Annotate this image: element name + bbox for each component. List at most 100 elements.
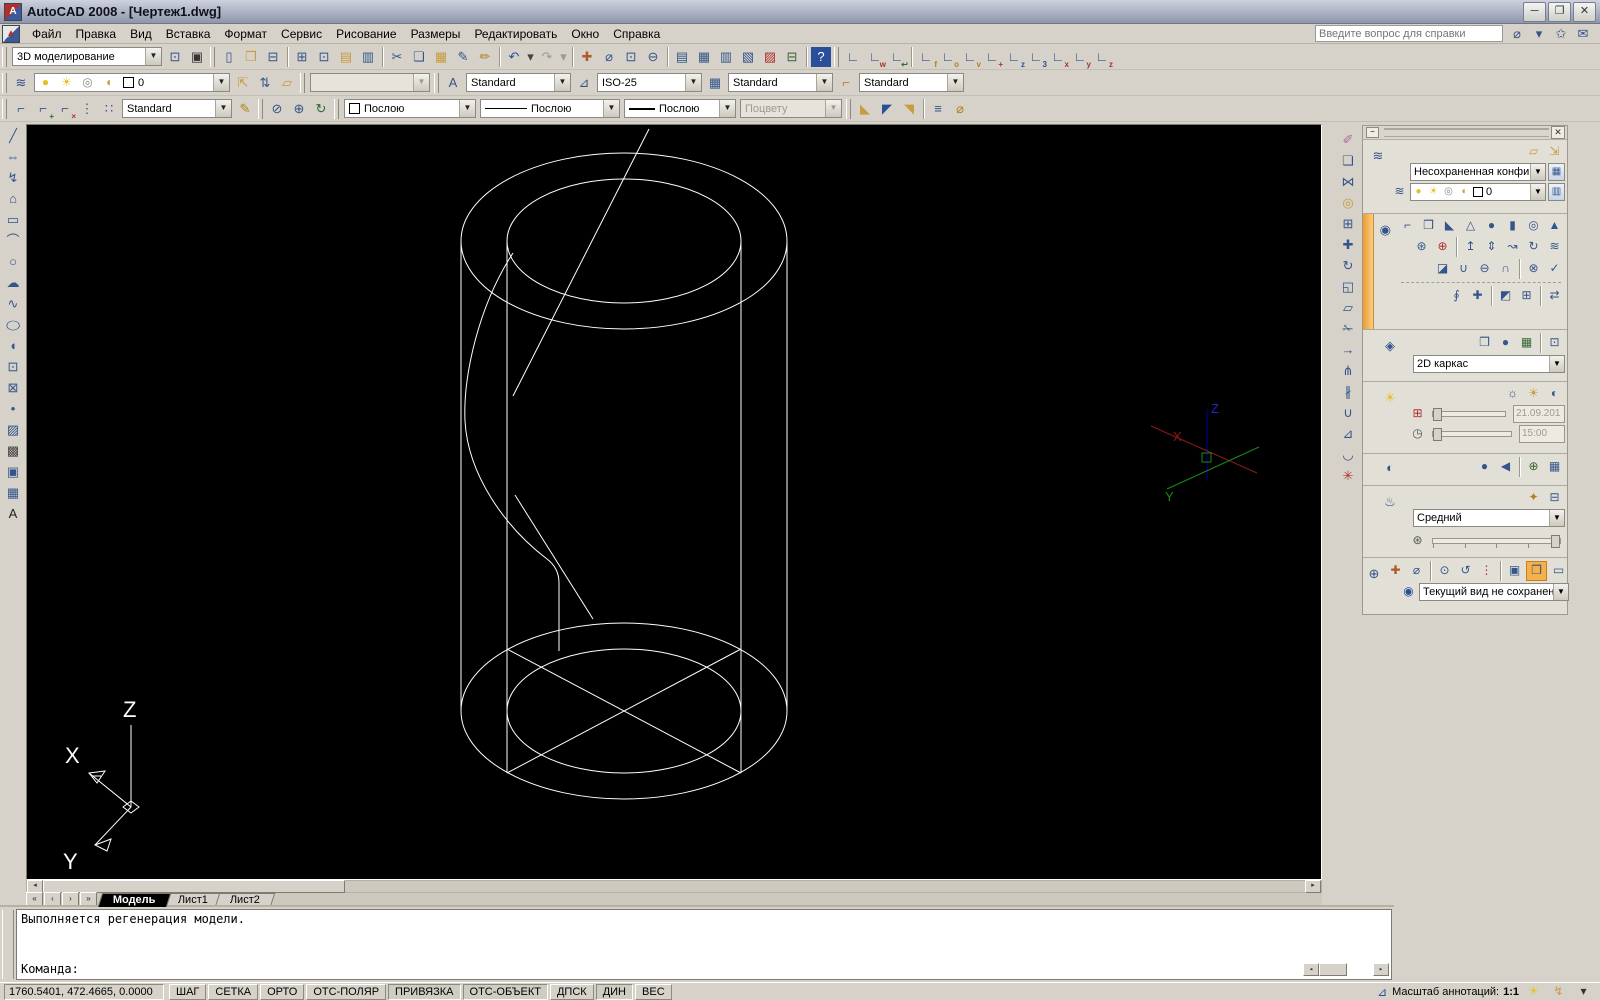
menu-правка[interactable]: Правка bbox=[69, 25, 124, 43]
constrained-orbit-icon[interactable]: ⊘ bbox=[267, 99, 287, 119]
restore-button[interactable]: ❐ bbox=[1548, 1, 1571, 22]
chevron-down-icon[interactable]: ▼ bbox=[719, 100, 735, 117]
communication-center-icon[interactable]: ✉ bbox=[1573, 24, 1593, 44]
workspace-settings-icon[interactable]: ⊡ bbox=[165, 47, 185, 67]
extrude-icon[interactable]: ↥ bbox=[1461, 238, 1480, 256]
annotation-scale-value[interactable]: 1:1 bbox=[1503, 986, 1519, 998]
continuous-orbit-icon[interactable]: ↻ bbox=[311, 99, 331, 119]
3d-navigate-panel-icon[interactable]: ⊕ bbox=[1364, 564, 1384, 584]
circle-icon[interactable]: ○ bbox=[3, 252, 23, 272]
chevron-down-icon[interactable]: ▼ bbox=[213, 74, 229, 91]
table-style-icon[interactable]: ▦ bbox=[705, 73, 725, 93]
markup-set-manager-icon[interactable]: ▨ bbox=[760, 47, 780, 67]
annotation-scale-list-icon[interactable]: ◥ bbox=[899, 99, 919, 119]
ucs-y-rotate-icon[interactable]: ∟ y bbox=[1070, 47, 1091, 69]
cone-icon[interactable]: △ bbox=[1461, 217, 1480, 235]
command-text-area[interactable]: Выполняется регенерация модели. Команда:… bbox=[16, 909, 1392, 980]
sun-status-icon[interactable]: ☀ bbox=[1524, 385, 1543, 403]
toggle-отс-поляр[interactable]: ОТС-ПОЛЯР bbox=[306, 984, 387, 1000]
quick-select-icon[interactable]: ⌀ bbox=[950, 99, 970, 119]
chevron-down-icon[interactable]: ▼ bbox=[1553, 584, 1568, 600]
my-workspace-icon[interactable]: ▣ bbox=[187, 47, 207, 67]
visual-style-panel-icon[interactable]: ◈ bbox=[1380, 336, 1400, 356]
dash-pan-icon[interactable]: ✚ bbox=[1386, 562, 1405, 580]
date-slider[interactable] bbox=[1432, 408, 1506, 421]
gradient-icon[interactable]: ▩ bbox=[3, 441, 23, 461]
slice-icon[interactable]: ◩ bbox=[1496, 287, 1515, 305]
array-icon[interactable]: ⊞ bbox=[1338, 214, 1358, 234]
thicken-icon[interactable]: ⊞ bbox=[1517, 287, 1536, 305]
parallel-projection-icon[interactable]: ▭ bbox=[1549, 562, 1568, 580]
toolbar-grip[interactable] bbox=[2, 46, 7, 67]
layers-panel-icon[interactable]: ≋ bbox=[1368, 146, 1388, 166]
sky-icon[interactable]: ◐ bbox=[1545, 385, 1564, 403]
command-prompt[interactable]: Команда: bbox=[21, 962, 79, 976]
toggle-отс-объект[interactable]: ОТС-ОБЪЕКТ bbox=[462, 984, 548, 1000]
visual-style-settings-icon[interactable]: ⊡ bbox=[1545, 334, 1564, 352]
toggle-сетка[interactable]: СЕТКА bbox=[208, 984, 259, 1000]
menu-вставка[interactable]: Вставка bbox=[159, 25, 218, 43]
box-icon[interactable]: ❒ bbox=[1419, 217, 1438, 235]
table-style-combo[interactable]: Standard ▼ bbox=[728, 73, 833, 92]
command-hscrollbar[interactable]: ◂ ▸ bbox=[1303, 963, 1389, 976]
arc-icon[interactable]: ⌒ bbox=[3, 231, 23, 251]
time-slider[interactable] bbox=[1432, 428, 1512, 441]
ucs-3-point-icon[interactable]: ∟ 3 bbox=[1026, 47, 1047, 69]
toolbar-grip[interactable] bbox=[334, 98, 339, 119]
convert-to-solid-icon[interactable]: ⇄ bbox=[1545, 287, 1564, 305]
text-style-combo[interactable]: Standard ▼ bbox=[466, 73, 571, 92]
layer-states-icon[interactable]: ▱ bbox=[1524, 143, 1543, 161]
block-editor-icon[interactable]: ✏ bbox=[475, 47, 495, 67]
undo-icon[interactable]: ↶ bbox=[504, 47, 524, 67]
text-window-icon[interactable]: ≡ bbox=[928, 99, 948, 119]
trim-icon[interactable]: ✁ bbox=[1338, 319, 1358, 339]
chamfer-icon[interactable]: ⊿ bbox=[1338, 424, 1358, 444]
menu-вид[interactable]: Вид bbox=[123, 25, 159, 43]
layer-manager-mini-icon[interactable]: ▦ bbox=[1548, 163, 1565, 181]
search-dropdown-arrow[interactable]: ▾ bbox=[1529, 24, 1549, 44]
dimension-style-icon[interactable]: ⊿ bbox=[574, 73, 594, 93]
scale-icon[interactable]: ◱ bbox=[1338, 277, 1358, 297]
add-leader-icon[interactable]: ⌐ + bbox=[33, 99, 54, 121]
properties-icon[interactable]: ▤ bbox=[672, 47, 692, 67]
annotation-autoscale-icon[interactable]: ↯ bbox=[1549, 983, 1568, 1000]
light-panel-icon[interactable]: ☀ bbox=[1380, 388, 1400, 408]
sheet-set-manager-icon[interactable]: ▧ bbox=[738, 47, 758, 67]
presspull-icon[interactable]: ⇕ bbox=[1482, 238, 1501, 256]
helix-icon[interactable]: ∮ bbox=[1447, 287, 1466, 305]
cmd-scroll-thumb[interactable] bbox=[1319, 963, 1347, 976]
offset-icon[interactable]: ◎ bbox=[1338, 193, 1358, 213]
text-style-icon[interactable]: A bbox=[443, 73, 463, 93]
create-light-icon[interactable]: ☼ bbox=[1503, 385, 1522, 403]
redo-dropdown-arrow[interactable]: ▾ bbox=[559, 47, 568, 67]
quickcalc-icon[interactable]: ⊟ bbox=[782, 47, 802, 67]
scroll-right-icon[interactable]: ▸ bbox=[1305, 880, 1321, 893]
chevron-down-icon[interactable]: ▼ bbox=[816, 74, 832, 91]
save-icon[interactable]: ⊟ bbox=[263, 47, 283, 67]
ucs-object-icon[interactable]: ∟ o bbox=[938, 47, 959, 69]
search-icon[interactable]: ⌀ bbox=[1507, 24, 1527, 44]
ellipse-arc-icon[interactable]: ◖ bbox=[3, 336, 23, 356]
remove-leader-icon[interactable]: ⌐ × bbox=[55, 99, 76, 121]
chevron-down-icon[interactable]: ▼ bbox=[554, 74, 570, 91]
toggle-вес[interactable]: ВЕС bbox=[635, 984, 672, 1000]
perspective-icon[interactable]: ❒ bbox=[1526, 561, 1547, 581]
hatch-icon[interactable]: ▨ bbox=[3, 420, 23, 440]
favorites-star-icon[interactable]: ✩ bbox=[1551, 24, 1571, 44]
chevron-down-icon[interactable]: ▼ bbox=[1549, 356, 1564, 372]
zoom-previous-icon[interactable]: ⊖ bbox=[643, 47, 663, 67]
pyramid-icon[interactable]: ▲ bbox=[1545, 217, 1564, 235]
cut-icon[interactable]: ✂ bbox=[387, 47, 407, 67]
color-combo[interactable]: Послою ▼ bbox=[344, 99, 476, 118]
dash-layer-lock-icon[interactable]: ◖ bbox=[1457, 183, 1470, 201]
cmd-scroll-right-icon[interactable]: ▸ bbox=[1373, 963, 1389, 976]
status-menu-arrow[interactable]: ▾ bbox=[1574, 983, 1593, 1000]
layer-combo[interactable]: ● ☀ ◎ ◖ 0 ▼ bbox=[34, 73, 230, 92]
dashboard-minimize-button[interactable]: − bbox=[1366, 127, 1379, 138]
ucs-face-icon[interactable]: ∟ f bbox=[916, 47, 937, 69]
menu-сервис[interactable]: Сервис bbox=[274, 25, 329, 43]
render-icon[interactable]: ✦ bbox=[1524, 489, 1543, 507]
polygon-icon[interactable]: ⌂ bbox=[3, 189, 23, 209]
revision-cloud-icon[interactable]: ☁ bbox=[3, 273, 23, 293]
ucs-previous-icon[interactable]: ∟ ↩ bbox=[887, 47, 908, 69]
